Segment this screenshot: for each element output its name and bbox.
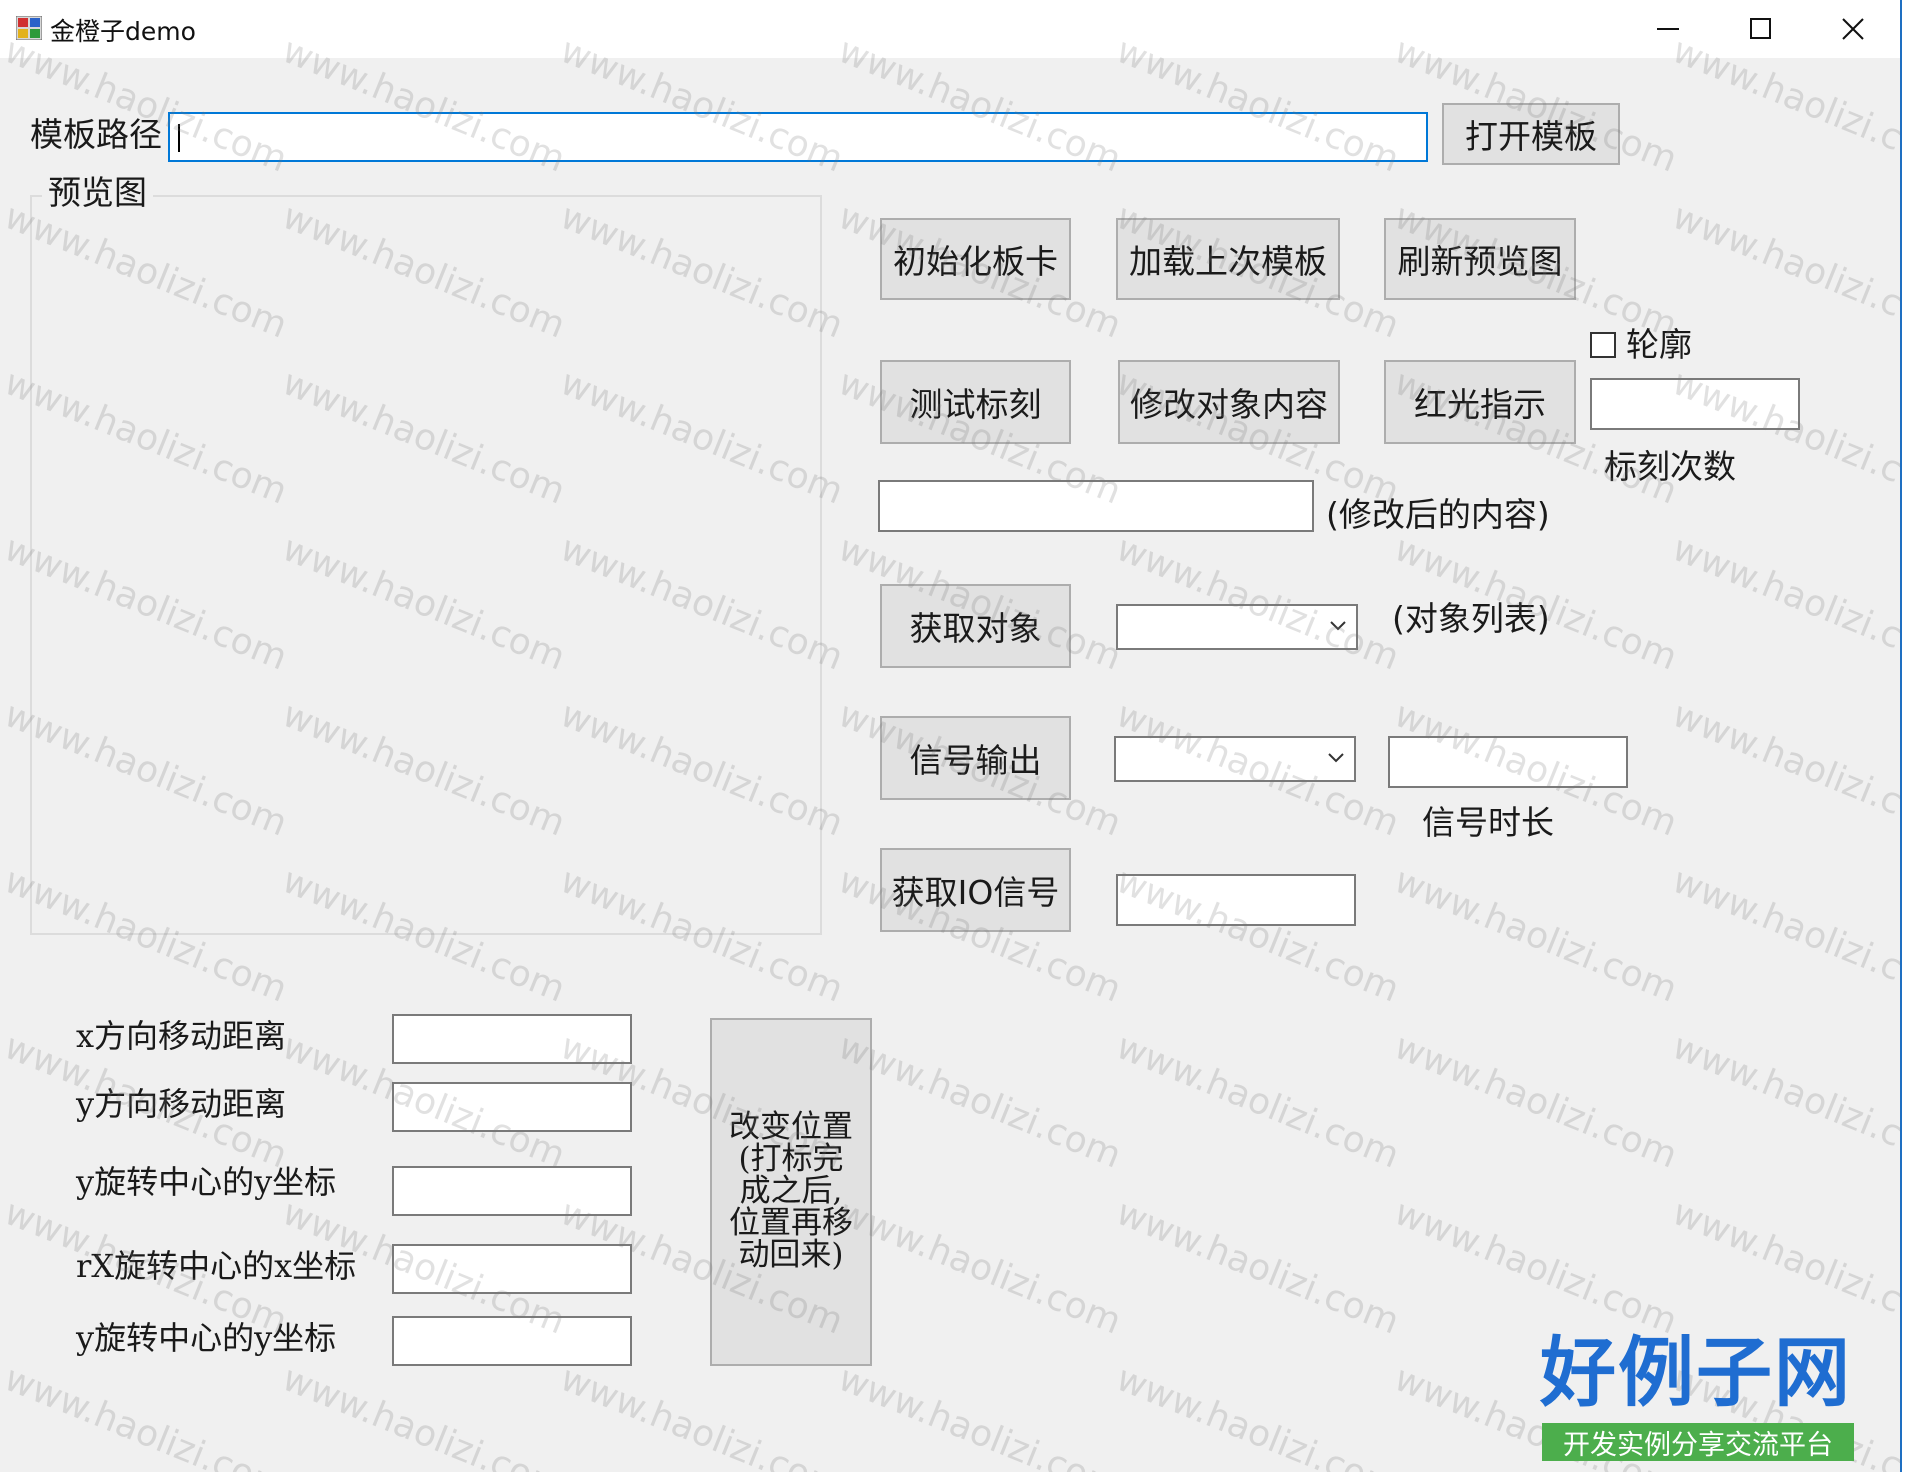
- rotation-center-x-label: rX旋转中心的x坐标: [76, 1247, 357, 1285]
- x-move-distance-label: x方向移动距离: [76, 1017, 287, 1055]
- text-caret: [178, 124, 180, 152]
- watermark-text: www.haolizi.com: [1388, 1192, 1683, 1343]
- signal-duration-label: 信号时长: [1422, 803, 1554, 842]
- minimize-icon: [1657, 28, 1679, 30]
- rotation-center-y2-input[interactable]: [392, 1316, 632, 1366]
- signal-output-button[interactable]: 信号输出: [880, 716, 1071, 800]
- init-card-button[interactable]: 初始化板卡: [880, 218, 1071, 300]
- site-logo: 好例子网 开发实例分享交流平台: [1540, 1335, 1856, 1465]
- logo-main-text: 好例子网: [1540, 1328, 1852, 1417]
- watermark-text: www.haolizi.com: [1666, 528, 1902, 679]
- object-list-label: (对象列表): [1392, 599, 1550, 638]
- red-light-button[interactable]: 红光指示: [1384, 360, 1576, 444]
- close-icon: [1842, 18, 1864, 40]
- watermark-text: www.haolizi.com: [276, 1358, 571, 1472]
- watermark-text: www.haolizi.com: [554, 1358, 849, 1472]
- x-move-distance-input[interactable]: [392, 1014, 632, 1064]
- watermark-text: www.haolizi.com: [1110, 1192, 1405, 1343]
- chevron-down-icon: [1328, 753, 1344, 763]
- maximize-button[interactable]: [1716, 0, 1806, 58]
- mark-count-input[interactable]: [1590, 378, 1800, 430]
- open-template-button[interactable]: 打开模板: [1442, 103, 1620, 165]
- io-signal-input[interactable]: [1116, 874, 1356, 926]
- app-icon: [15, 15, 43, 41]
- watermark-text: www.haolizi.com: [1666, 1026, 1902, 1177]
- get-io-signal-button[interactable]: 获取IO信号: [880, 848, 1071, 932]
- watermark-text: www.haolizi.com: [0, 1358, 293, 1472]
- rotation-center-x-input[interactable]: [392, 1244, 632, 1294]
- watermark-text: www.haolizi.com: [1666, 694, 1902, 845]
- preview-groupbox: [30, 195, 822, 935]
- watermark-text: www.haolizi.com: [832, 1026, 1127, 1177]
- get-objects-button[interactable]: 获取对象: [880, 584, 1071, 668]
- refresh-preview-button[interactable]: 刷新预览图: [1384, 218, 1576, 300]
- watermark-text: www.haolizi.com: [832, 1358, 1127, 1472]
- title-bar[interactable]: 金橙子demo: [0, 0, 1900, 58]
- template-path-input[interactable]: [168, 112, 1428, 162]
- load-last-template-button[interactable]: 加载上次模板: [1116, 218, 1340, 300]
- watermark-text: www.haolizi.com: [1666, 860, 1902, 1011]
- close-button[interactable]: [1808, 0, 1898, 58]
- logo-sub-text: 开发实例分享交流平台: [1542, 1423, 1854, 1461]
- change-position-button[interactable]: 改变位置 (打标完 成之后, 位置再移 动回来): [710, 1018, 872, 1366]
- maximize-icon: [1750, 18, 1771, 39]
- modified-content-label: (修改后的内容): [1326, 495, 1550, 534]
- watermark-text: www.haolizi.com: [1666, 196, 1902, 347]
- modified-content-input[interactable]: [878, 480, 1314, 532]
- y-move-distance-input[interactable]: [392, 1082, 632, 1132]
- signal-select[interactable]: [1114, 736, 1356, 782]
- watermark-text: www.haolizi.com: [1388, 860, 1683, 1011]
- outline-checkbox[interactable]: [1590, 332, 1616, 358]
- y-move-distance-label: y方向移动距离: [76, 1085, 287, 1123]
- outline-label: 轮廓: [1626, 325, 1692, 364]
- minimize-button[interactable]: [1624, 0, 1714, 58]
- mark-count-label: 标刻次数: [1604, 447, 1736, 486]
- window-title: 金橙子demo: [50, 17, 196, 46]
- rotation-center-y2-label: y旋转中心的y坐标: [76, 1319, 337, 1357]
- watermark-text: www.haolizi.com: [1110, 1358, 1405, 1472]
- chevron-down-icon: [1330, 621, 1346, 631]
- signal-duration-input[interactable]: [1388, 736, 1628, 788]
- rotation-center-y-input[interactable]: [392, 1166, 632, 1216]
- watermark-text: www.haolizi.com: [1666, 1192, 1902, 1343]
- test-mark-button[interactable]: 测试标刻: [880, 360, 1071, 444]
- watermark-text: www.haolizi.com: [1110, 1026, 1405, 1177]
- modify-object-content-button[interactable]: 修改对象内容: [1118, 360, 1340, 444]
- watermark-text: www.haolizi.com: [832, 1192, 1127, 1343]
- object-list-select[interactable]: [1116, 604, 1358, 650]
- template-path-label: 模板路径: [30, 115, 162, 154]
- rotation-center-y-label: y旋转中心的y坐标: [76, 1163, 337, 1201]
- app-window: 金橙子demo 模板路径 打开模板 预览图 初始化板卡 加载上次模板 刷新预览图…: [0, 0, 1902, 1472]
- watermark-text: www.haolizi.com: [1388, 1026, 1683, 1177]
- preview-title: 预览图: [42, 176, 153, 209]
